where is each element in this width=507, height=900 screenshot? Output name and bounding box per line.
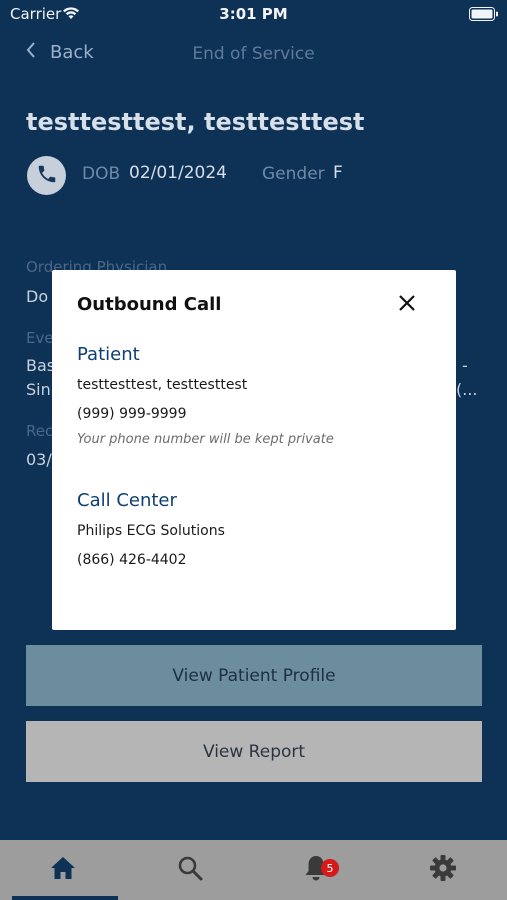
call-center-name: Philips ECG Solutions — [77, 523, 225, 539]
dob-label: DOB — [82, 164, 121, 184]
view-patient-profile-button[interactable]: View Patient Profile — [26, 645, 482, 706]
close-icon — [398, 294, 416, 316]
phone-icon — [36, 163, 58, 189]
patient-name: testtesttest, testtesttest — [26, 108, 365, 136]
status-time: 3:01 PM — [219, 5, 288, 23]
close-button[interactable] — [394, 292, 420, 318]
patient-phone-link[interactable]: (999) 999-9999 — [77, 406, 187, 422]
call-center-phone-link[interactable]: (866) 426-4402 — [77, 552, 187, 568]
tab-home[interactable] — [0, 840, 126, 900]
notification-badge: 5 — [321, 859, 339, 877]
battery-icon — [469, 6, 499, 25]
tab-bar: 5 — [0, 840, 507, 900]
event-value-line2-end: (... — [456, 380, 478, 399]
dialog-title: Outbound Call — [77, 294, 222, 315]
patient-contact-name: testtesttest, testtesttest — [77, 377, 248, 393]
event-value-line1-end: - — [462, 356, 468, 375]
patient-section-title: Patient — [77, 344, 140, 365]
received-value: 03/ — [26, 450, 52, 469]
dob-value: 02/01/2024 — [129, 163, 227, 183]
received-label: Rec — [26, 422, 54, 440]
tab-notifications[interactable]: 5 — [253, 840, 379, 900]
view-report-button[interactable]: View Report — [26, 721, 482, 782]
active-tab-indicator — [12, 896, 118, 900]
ordering-physician-value: Do — [26, 287, 49, 306]
event-value-line1: Bas — [26, 356, 56, 375]
status-bar: Carrier 3:01 PM — [0, 0, 507, 28]
search-icon — [177, 855, 203, 885]
tab-settings[interactable] — [380, 840, 506, 900]
gender-label: Gender — [262, 164, 325, 184]
call-center-section-title: Call Center — [77, 490, 177, 511]
event-label: Eve — [26, 329, 54, 347]
privacy-note: Your phone number will be kept private — [77, 432, 334, 447]
event-value-line2: Sin — [26, 380, 51, 399]
gear-icon — [429, 854, 457, 886]
call-button[interactable] — [27, 156, 66, 195]
outbound-call-dialog: Outbound Call Patient testtesttest, test… — [52, 270, 456, 630]
gender-value: F — [333, 163, 343, 183]
home-icon — [49, 855, 77, 885]
tab-search[interactable] — [127, 840, 253, 900]
page-title: End of Service — [192, 44, 315, 64]
